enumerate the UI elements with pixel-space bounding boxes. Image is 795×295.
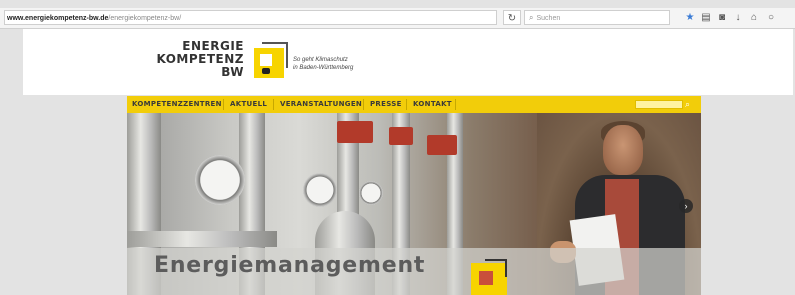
nav-divider xyxy=(273,99,274,110)
logo-line-3: BW xyxy=(221,65,244,79)
url-path: /energiekompetenz-bw/ xyxy=(108,15,182,22)
browser-search-input[interactable]: ⌕ Suchen xyxy=(524,10,670,25)
logo-icon xyxy=(471,259,507,295)
nav-item-veranstaltungen[interactable]: VERANSTALTUNGEN xyxy=(280,96,362,113)
site-search-input[interactable] xyxy=(635,100,683,109)
nav-item-kontakt[interactable]: KONTAKT xyxy=(413,96,452,113)
chevron-right-icon[interactable]: › xyxy=(679,199,693,213)
search-placeholder: Suchen xyxy=(536,15,561,22)
star-icon[interactable]: ★ xyxy=(683,11,697,25)
valve xyxy=(427,135,457,155)
pocket-icon[interactable]: ◙ xyxy=(715,11,729,25)
nav-item-kompetenzzentren[interactable]: KOMPETENZZENTREN xyxy=(132,96,222,113)
hero-banner: › Energiemanagement xyxy=(127,113,701,295)
valve xyxy=(389,127,413,145)
valve xyxy=(337,121,373,143)
nav-divider xyxy=(223,99,224,110)
site-header: ENERGIE KOMPETENZ BW So geht Klimaschutz… xyxy=(23,29,793,95)
nav-item-presse[interactable]: PRESSE xyxy=(370,96,402,113)
browser-toolbar: www.energiekompetenz-bw.de/energiekompet… xyxy=(0,8,795,29)
chat-icon[interactable]: ○ xyxy=(764,11,778,25)
site-logo-text[interactable]: ENERGIE KOMPETENZ BW xyxy=(156,40,244,79)
nav-item-aktuell[interactable]: AKTUELL xyxy=(230,96,267,113)
hero-caption: Energiemanagement xyxy=(154,253,426,278)
clipboard-icon[interactable]: ▤ xyxy=(699,11,713,25)
main-nav: KOMPETENZZENTREN AKTUELL VERANSTALTUNGEN… xyxy=(127,96,701,113)
address-bar[interactable]: www.energiekompetenz-bw.de/energiekompet… xyxy=(4,10,497,25)
tagline: So geht Klimaschutz in Baden-Württemberg xyxy=(293,56,353,72)
pressure-gauge xyxy=(359,181,383,205)
nav-divider xyxy=(455,99,456,110)
pressure-gauge xyxy=(195,155,245,205)
pressure-gauge xyxy=(303,173,337,207)
download-icon[interactable]: ↓ xyxy=(731,11,745,25)
tagline-line-1: So geht Klimaschutz xyxy=(293,57,348,63)
nav-divider xyxy=(363,99,364,110)
pipe xyxy=(127,231,277,247)
tagline-line-2: in Baden-Württemberg xyxy=(293,65,354,71)
reload-icon[interactable]: ↻ xyxy=(503,10,521,25)
logo-icon[interactable] xyxy=(250,42,288,80)
url-host: www.energiekompetenz-bw.de xyxy=(7,15,109,22)
search-icon: ⌕ xyxy=(529,13,534,22)
home-icon[interactable]: ⌂ xyxy=(747,11,761,25)
person-head xyxy=(603,125,643,175)
search-icon[interactable]: ⌕ xyxy=(685,96,690,113)
nav-divider xyxy=(406,99,407,110)
